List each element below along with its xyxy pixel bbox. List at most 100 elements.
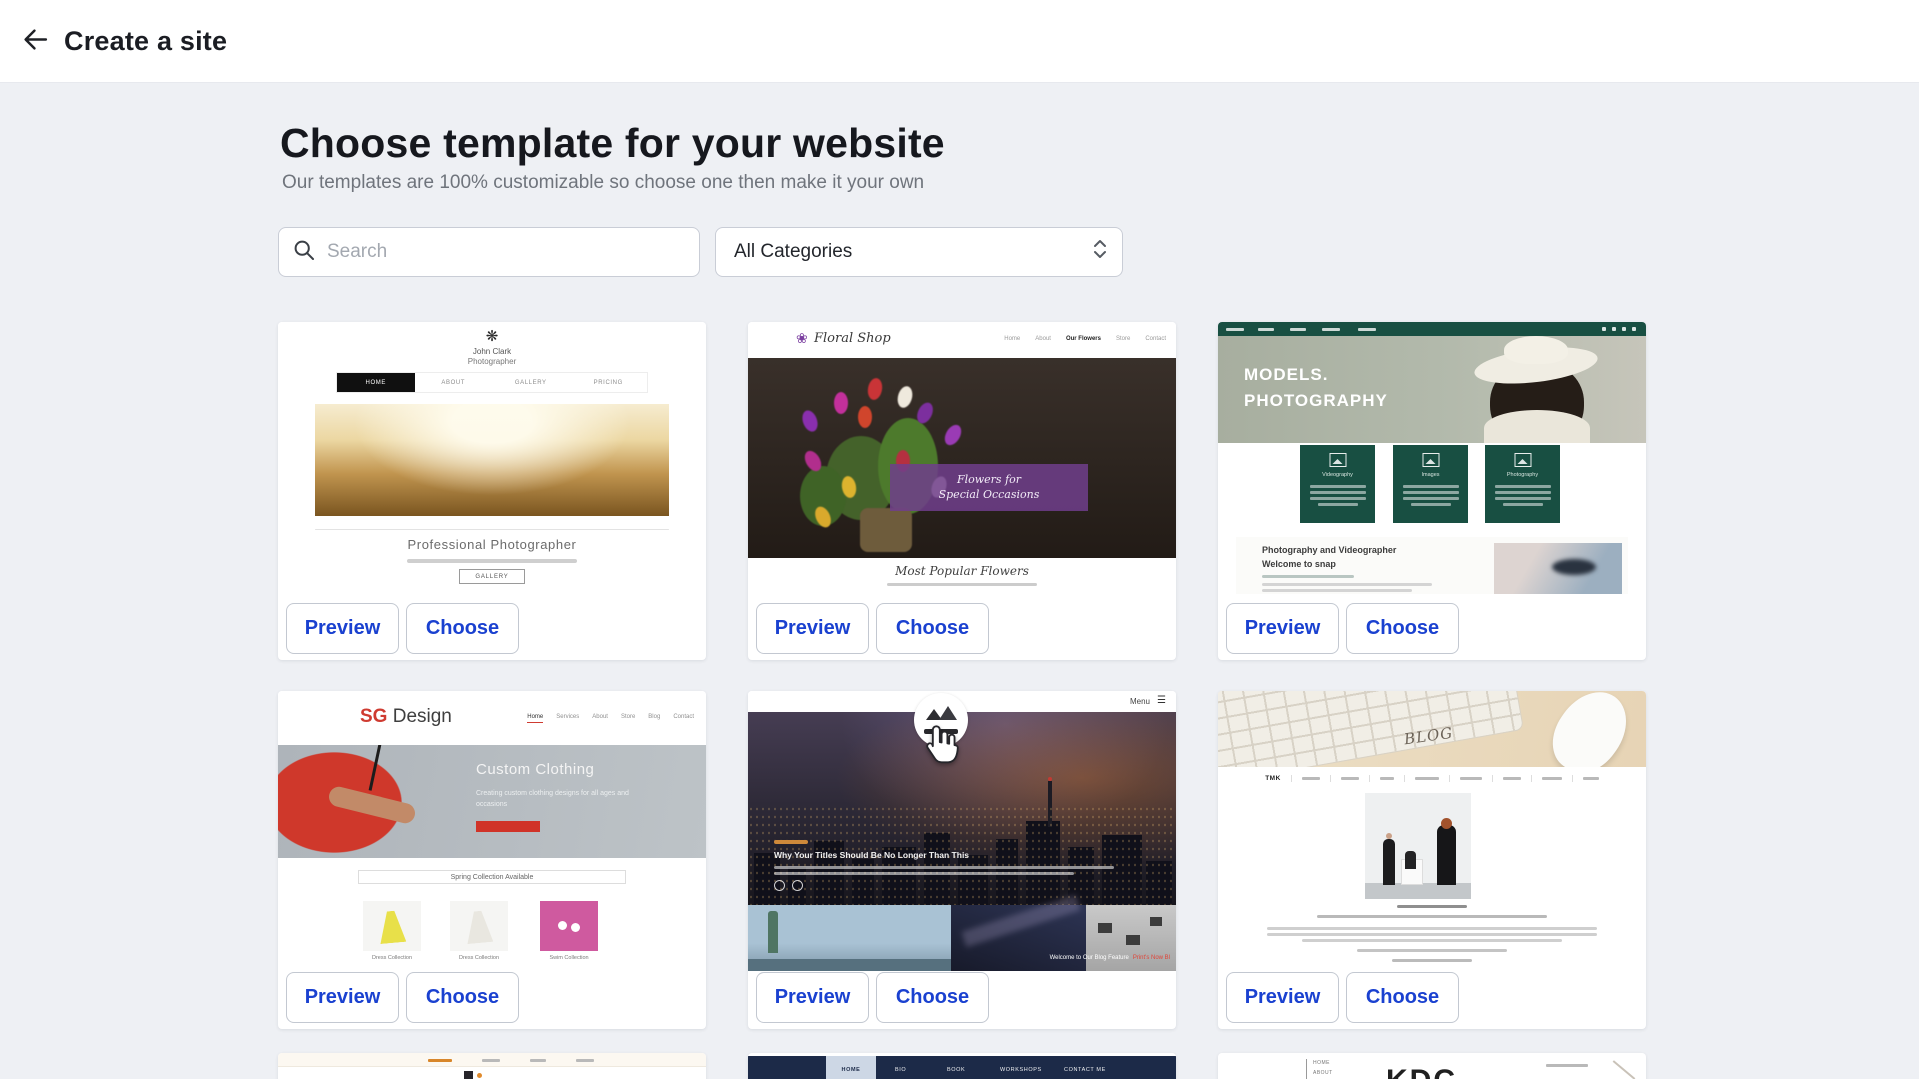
mini-banner: Spring Collection Available — [358, 870, 626, 884]
mini-hero-title: Why Your Titles Should Be No Longer Than… — [774, 850, 969, 860]
milky-way-photo — [951, 905, 1086, 971]
nav-divider — [1404, 775, 1405, 782]
tile-title: Images — [1393, 472, 1468, 478]
search-input[interactable] — [327, 241, 685, 263]
banner-line: Flowers for — [957, 473, 1021, 488]
logo-accent: SG — [360, 706, 387, 727]
feature-tile: Photography — [1485, 445, 1560, 523]
night-city-hero-image: Why Your Titles Should Be No Longer Than… — [748, 712, 1176, 905]
preview-button[interactable]: Preview — [756, 603, 869, 654]
choose-button[interactable]: Choose — [876, 603, 989, 654]
mini-nav-item: HOME — [337, 373, 415, 392]
nav-item-placeholder — [530, 1059, 546, 1062]
text-line-placeholder — [1495, 497, 1551, 500]
mini-nav-item: About — [1035, 336, 1051, 342]
nav-divider — [1572, 775, 1573, 782]
nav-item-placeholder — [1503, 777, 1521, 780]
mini-nav-item: Our Flowers — [1066, 336, 1101, 342]
makeup-closeup-image — [1494, 543, 1622, 594]
nav-icon-placeholder — [1602, 327, 1606, 331]
card-actions: Preview Choose — [1226, 972, 1459, 1023]
mini-site-nav: HOME BIO BOOK WORKSHOPS CONTACT ME — [748, 1056, 1176, 1079]
preview-button[interactable]: Preview — [1226, 603, 1339, 654]
template-card-models-photography: MODELS. PHOTOGRAPHY Videography Images — [1218, 322, 1646, 660]
product-image — [450, 901, 508, 951]
mini-nav-item: CONTACT ME — [1064, 1067, 1106, 1073]
mini-nav-item-active: HOME — [826, 1056, 876, 1079]
mini-gallery-button: GALLERY — [459, 569, 525, 584]
text-line-placeholder — [1267, 933, 1597, 936]
salon-photo — [1365, 793, 1471, 899]
mountain-shape — [939, 706, 957, 720]
card-actions: Preview Choose — [1226, 603, 1459, 654]
mini-nav-item: Services — [556, 714, 579, 723]
client-figure-shape — [1405, 851, 1416, 869]
text-line-placeholder — [887, 583, 1037, 586]
template-thumbnail: BLOG TMK — [1218, 691, 1646, 971]
mini-nav-item: ABOUT — [415, 373, 493, 392]
image-icon — [1422, 453, 1439, 467]
skyline-shape — [748, 959, 951, 971]
template-thumbnail: John Clark Photographer HOME ABOUT GALLE… — [278, 322, 706, 594]
mini-site-nav: Home About Our Flowers Store Contact — [1004, 336, 1166, 342]
choose-button[interactable]: Choose — [1346, 603, 1459, 654]
choose-button[interactable]: Choose — [406, 603, 519, 654]
red-dress-hero-image: Custom Clothing Creating custom clothing… — [278, 745, 706, 858]
eye-makeup-shape — [1552, 559, 1596, 575]
mini-site-nav — [1218, 322, 1646, 336]
template-thumbnail: MODELS. PHOTOGRAPHY Videography Images — [1218, 322, 1646, 594]
text-line-placeholder — [1403, 497, 1459, 500]
tile-title: Photography — [1485, 472, 1560, 478]
camera-icon — [1514, 453, 1531, 467]
text-line-placeholder — [1397, 905, 1467, 908]
nav-icon-placeholder — [1622, 327, 1626, 331]
page-title: Create a site — [64, 26, 227, 57]
choose-button[interactable]: Choose — [876, 972, 989, 1023]
choose-button[interactable]: Choose — [406, 972, 519, 1023]
mini-nav-item: HOME — [1313, 1060, 1330, 1066]
product-image — [363, 901, 421, 951]
preview-button[interactable]: Preview — [286, 603, 399, 654]
mini-nav-item: Blog — [648, 714, 660, 723]
nav-item-placeholder — [1226, 328, 1244, 331]
template-thumbnail: SG Design Home Services About Store Blog… — [278, 691, 706, 971]
nav-divider — [1369, 775, 1370, 782]
floor-shape — [1365, 883, 1471, 899]
tile-title: Videography — [1300, 472, 1375, 478]
preview-button[interactable]: Preview — [286, 972, 399, 1023]
head-shape — [1386, 833, 1392, 839]
menu-label: Menu — [1130, 697, 1150, 706]
category-select[interactable]: All Categories — [715, 227, 1123, 277]
text-line-placeholder — [1310, 497, 1366, 500]
nav-item-placeholder — [1341, 777, 1359, 780]
photo-caption: Welcome to Our Blog Feature Print's Now B… — [1050, 955, 1170, 961]
section-heading: Choose template for your website — [280, 120, 945, 167]
choose-button[interactable]: Choose — [1346, 972, 1459, 1023]
logo-dot-shape — [477, 1073, 482, 1078]
model-body-shape — [1484, 410, 1590, 443]
text-line-placeholder — [1403, 485, 1459, 488]
bikini-shape — [558, 921, 567, 930]
text-line-placeholder — [1302, 939, 1562, 942]
caption-text: Welcome to Our Blog Feature — [1050, 955, 1129, 961]
template-thumbnail: Floral Shop Home About Our Flowers Store… — [748, 322, 1176, 594]
nav-item-placeholder — [1583, 777, 1599, 780]
nav-item-placeholder — [1322, 328, 1340, 331]
mini-nav-item: Home — [527, 714, 543, 723]
pen-shape — [1613, 1060, 1636, 1079]
divider — [1306, 1059, 1307, 1079]
hair-shape — [1441, 818, 1452, 829]
sunset-field-hero-image — [315, 404, 669, 516]
mini-nav-item: BIO — [895, 1067, 906, 1073]
mini-nav-item: TMK — [1265, 775, 1281, 782]
mini-site-logo: SG Design — [360, 706, 452, 728]
divider — [315, 529, 669, 530]
text-line-placeholder — [1310, 491, 1366, 494]
preview-button[interactable]: Preview — [756, 972, 869, 1023]
back-button[interactable] — [14, 20, 56, 62]
nav-item-placeholder — [1290, 328, 1306, 331]
mini-hero-title: Custom Clothing — [476, 761, 594, 778]
section-subheading: Our templates are 100% customizable so c… — [282, 172, 924, 194]
preview-button[interactable]: Preview — [1226, 972, 1339, 1023]
caption-accent-text: Print's Now Bl — [1133, 955, 1170, 961]
